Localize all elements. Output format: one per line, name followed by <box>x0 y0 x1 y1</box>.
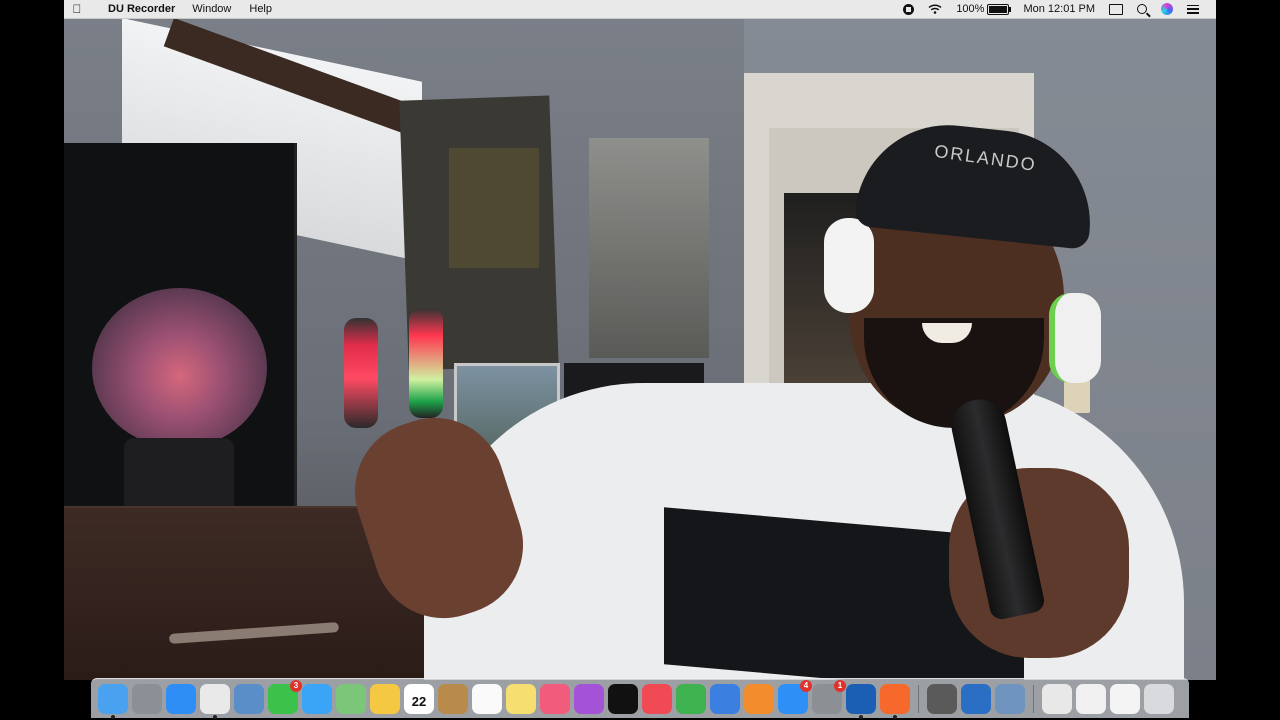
notification-center[interactable] <box>1180 4 1206 14</box>
notes-icon[interactable] <box>506 683 536 714</box>
messages-icon[interactable] <box>302 683 332 714</box>
mac-desktop:  DU Recorder Window Help 100% Mon 12:01… <box>64 0 1216 720</box>
headphone-left <box>824 218 874 313</box>
record-stop-status[interactable] <box>896 3 921 15</box>
dock: 3 22 4 1 <box>91 678 1189 719</box>
xcode-icon[interactable] <box>961 683 991 714</box>
battery-status[interactable]: 100% <box>949 3 1016 15</box>
letterbox-left <box>0 0 64 720</box>
system-preferences-icon[interactable]: 1 <box>812 679 846 714</box>
tv-icon[interactable] <box>608 683 638 714</box>
wifi-icon <box>928 4 942 14</box>
photos-icon[interactable] <box>370 683 400 714</box>
safari-icon[interactable] <box>166 683 196 714</box>
shirt-logo <box>839 596 889 620</box>
finder-icon[interactable] <box>98 683 128 719</box>
headphone-right <box>1049 293 1101 383</box>
hanging-shirt-print <box>449 148 539 268</box>
menu-help[interactable]: Help <box>240 3 281 15</box>
siri[interactable] <box>1154 3 1180 15</box>
preview-icon[interactable] <box>234 683 264 714</box>
wall-poster <box>589 138 709 358</box>
book-icon[interactable] <box>438 683 468 714</box>
trash-icon[interactable] <box>1144 683 1174 714</box>
launchpad-icon[interactable] <box>132 683 162 714</box>
siri-icon <box>1161 3 1173 15</box>
numbers-icon[interactable] <box>676 683 706 714</box>
webcam-video-frame: ORLANDO <box>64 18 1216 680</box>
battery-icon <box>987 3 1012 15</box>
plasma-ball <box>92 288 267 448</box>
documents-stack-icon[interactable] <box>1076 683 1106 714</box>
lava-lamp <box>409 308 443 418</box>
dock-separator <box>1033 684 1034 713</box>
chrome-icon[interactable] <box>200 683 230 719</box>
pages-icon[interactable] <box>744 683 774 714</box>
calendar-icon[interactable]: 22 <box>404 683 434 714</box>
menu-bar:  DU Recorder Window Help 100% Mon 12:01… <box>64 0 1216 19</box>
calendar-day-number: 22 <box>411 694 427 709</box>
reminders-icon[interactable] <box>472 683 502 714</box>
du-recorder-icon[interactable] <box>880 683 910 719</box>
spotlight-search-icon <box>1137 4 1147 14</box>
screenshot-icon[interactable] <box>995 683 1025 714</box>
calculator-icon[interactable] <box>927 683 957 714</box>
notification-center-icon <box>1187 4 1199 14</box>
letterbox-right <box>1216 0 1280 720</box>
appstore-icon[interactable]: 4 <box>778 679 812 714</box>
files-stack-icon[interactable] <box>1110 683 1140 714</box>
keynote-icon[interactable] <box>710 683 740 714</box>
quicktime-icon[interactable] <box>846 683 876 719</box>
stop-record-icon <box>903 3 915 15</box>
display-status[interactable] <box>1102 3 1130 15</box>
news-icon[interactable] <box>642 683 672 714</box>
dock-badge: 3 <box>290 679 302 692</box>
dock-badge: 1 <box>834 679 846 692</box>
podcasts-icon[interactable] <box>574 683 604 714</box>
music-icon[interactable] <box>540 683 570 714</box>
dock-badge: 4 <box>800 679 812 692</box>
lava-lamp <box>344 318 378 428</box>
apple-menu-icon[interactable]:  <box>64 2 90 16</box>
downloads-stack-icon[interactable] <box>1042 683 1072 714</box>
menu-window[interactable]: Window <box>183 3 240 15</box>
maps-icon[interactable] <box>336 683 366 714</box>
menu-extras: 100% Mon 12:01 PM <box>896 0 1216 18</box>
facetime-icon[interactable]: 3 <box>268 679 302 714</box>
dock-separator <box>918 684 919 713</box>
menu-app-name[interactable]: DU Recorder <box>90 3 183 15</box>
display-icon <box>1109 3 1123 15</box>
spotlight[interactable] <box>1130 4 1154 14</box>
battery-percent: 100% <box>956 3 985 15</box>
wifi-status[interactable] <box>921 4 949 14</box>
menu-clock[interactable]: Mon 12:01 PM <box>1016 3 1102 15</box>
